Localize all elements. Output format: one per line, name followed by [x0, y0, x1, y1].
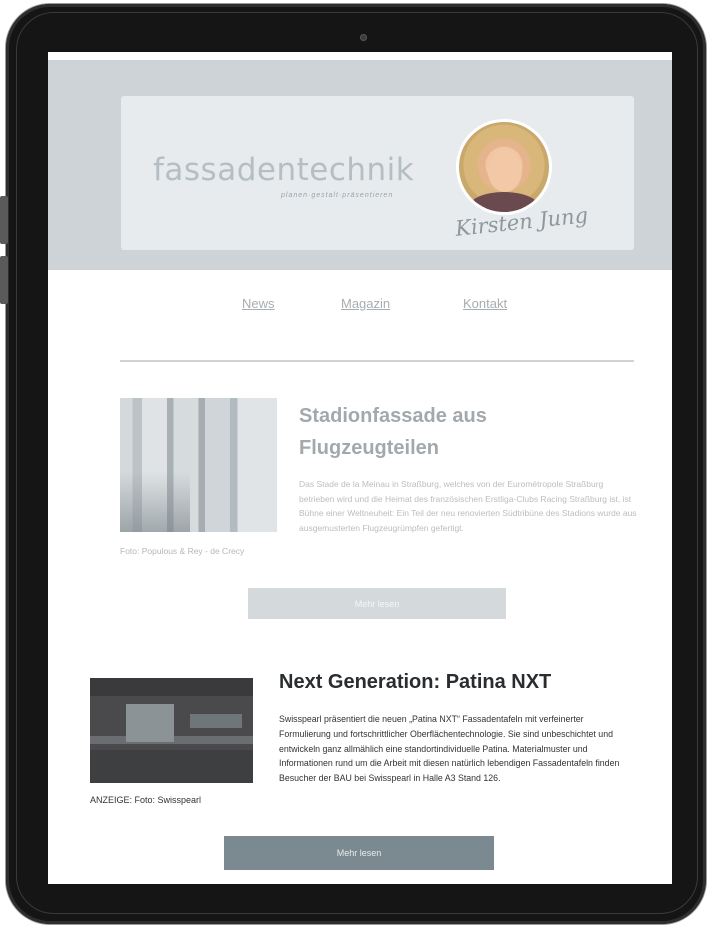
image-window-strip [190, 714, 242, 728]
header-card: fassadentechnik planen·gestalt·präsentie… [121, 96, 634, 250]
article2-more-button[interactable]: Mehr lesen [224, 836, 494, 870]
article2-caption: ANZEIGE: Foto: Swisspearl [90, 795, 202, 805]
article2-title[interactable]: Next Generation: Patina NXT [279, 668, 639, 696]
article1-image-shadow [120, 472, 190, 532]
image-band-bottom [90, 750, 253, 783]
divider [120, 360, 634, 362]
article2-body: Swisspearl präsentiert die neuen „Patina… [279, 714, 620, 784]
newsletter-header: fassadentechnik planen·gestalt·präsentie… [48, 60, 672, 270]
avatar [459, 122, 549, 212]
avatar-face [488, 150, 522, 192]
nav-link-kontakt[interactable]: Kontakt [463, 296, 507, 311]
nav-bar: News Magazin Kontakt [48, 296, 672, 320]
screen-top-edge [48, 52, 672, 60]
article2-image[interactable] [90, 678, 253, 783]
nav-link-magazin[interactable]: Magazin [341, 296, 390, 311]
screen: fassadentechnik planen·gestalt·präsentie… [48, 52, 672, 884]
article1-title[interactable]: Stadionfassade aus Flugzeugteilen [299, 400, 599, 464]
volume-up-button[interactable] [0, 196, 8, 244]
camera-icon [360, 34, 367, 41]
article1-more-button[interactable]: Mehr lesen [248, 588, 506, 619]
nav-link-news[interactable]: News [242, 296, 275, 311]
logo-tagline: planen·gestalt·präsentieren [281, 192, 394, 199]
volume-down-button[interactable] [0, 256, 8, 304]
article1-body: Das Stade de la Meinau in Straßburg, wel… [299, 479, 637, 533]
image-band-top [90, 678, 253, 696]
logo[interactable]: fassadentechnik [153, 152, 414, 188]
article1-caption: Foto: Populous & Rey - de Crecy [120, 546, 245, 556]
image-window [126, 704, 174, 742]
